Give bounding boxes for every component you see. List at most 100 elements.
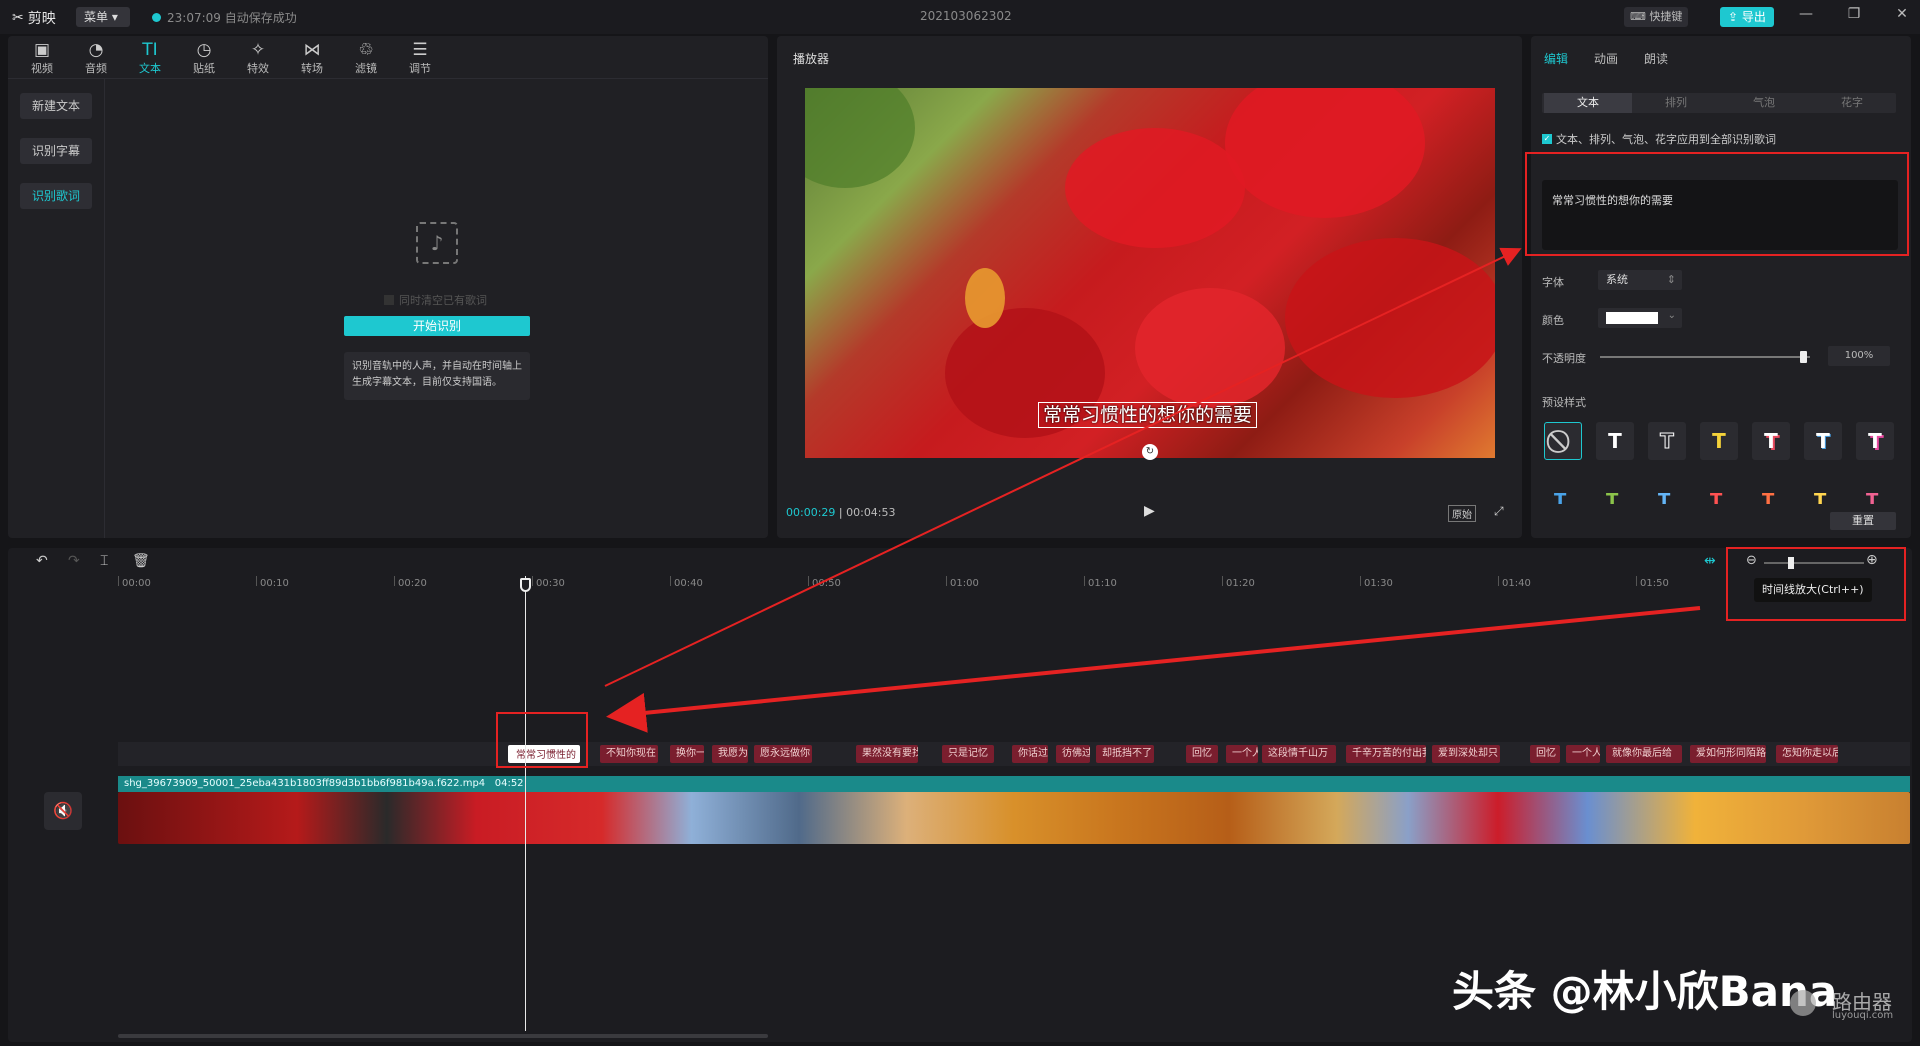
start-recognize-button[interactable]: 开始识别 (344, 316, 530, 336)
ruler-tick-label: 00:30 (536, 578, 565, 589)
lyric-clip[interactable]: 只是记忆 (942, 745, 994, 763)
lyric-clip[interactable]: 回忆 (1530, 745, 1560, 763)
export-button[interactable]: ⇪ 导出 (1720, 7, 1774, 27)
reset-button[interactable]: 重置 (1830, 512, 1896, 530)
timeline-scrollbar[interactable] (118, 1034, 768, 1038)
segment-fancy[interactable]: 花字 (1808, 93, 1896, 113)
playhead-handle[interactable] (520, 578, 531, 592)
opacity-input[interactable]: 100% (1828, 346, 1890, 366)
recognize-lyrics-button[interactable]: 识别歌词 (20, 183, 92, 209)
new-text-button[interactable]: 新建文本 (20, 93, 92, 119)
annotation-box-clip (496, 712, 588, 768)
lyric-clip[interactable]: 就像你最后给 (1606, 745, 1682, 763)
text-icon: TI (142, 40, 158, 60)
recognize-description: 识别音轨中的人声，并自动在时间轴上生成字幕文本，目前仅支持国语。 (344, 352, 530, 400)
ruler-tick-label: 01:40 (1502, 578, 1531, 589)
playhead[interactable] (525, 576, 526, 1031)
delete-icon[interactable]: 🗑 (132, 553, 150, 569)
font-select[interactable]: 系统 ⇕ (1598, 270, 1682, 290)
ruler-tick-mark (1084, 576, 1085, 586)
watermark: 头条 @林小欣Bana (1452, 967, 1838, 1016)
lyric-clip[interactable]: 千辛万苦的付出我 (1346, 745, 1426, 763)
lyric-clip[interactable]: 愿永远做你 (754, 745, 812, 763)
snap-icon[interactable]: ⇹ (1704, 553, 1716, 569)
check-icon: ✓ (1542, 134, 1552, 144)
toolbar-filter[interactable]: ♲ 滤镜 (346, 40, 386, 76)
router-site-logo-icon (1790, 990, 1816, 1016)
menu-button[interactable]: 菜单 ▾ (76, 7, 130, 27)
style-preset-red-shadow[interactable]: T (1752, 422, 1790, 460)
style-none-icon[interactable]: ⃠ (1544, 422, 1582, 460)
lyric-clip[interactable]: 怎知你走以后 (1776, 745, 1838, 763)
title-bar: ✂ 剪映 菜单 ▾ 23:07:09 自动保存成功 202103062302 ⌨ … (0, 0, 1920, 34)
media-panel (8, 36, 768, 538)
close-icon[interactable]: ✕ (1892, 6, 1912, 22)
video-clip-header[interactable]: shg_39673909_50001_25eba431b1803ff89d3b1… (118, 776, 1910, 792)
segment-arrange[interactable]: 排列 (1632, 93, 1720, 113)
segment-bubble[interactable]: 气泡 (1720, 93, 1808, 113)
opacity-slider[interactable] (1600, 351, 1810, 363)
ruler-tick-label: 00:50 (812, 578, 841, 589)
redo-icon[interactable]: ↷ (68, 553, 80, 569)
play-icon[interactable]: ▶ (1144, 503, 1155, 519)
lyric-clip[interactable]: 回忆 (1186, 745, 1218, 763)
filter-icon: ♲ (358, 40, 374, 60)
split-icon[interactable]: ⌶ (100, 553, 108, 569)
lyric-clip[interactable]: 一个人 (1566, 745, 1600, 763)
lyric-clip[interactable]: 不知你现在 (600, 745, 658, 763)
apply-all-checkbox[interactable]: ✓ 文本、排列、气泡、花字应用到全部识别歌词 (1542, 131, 1776, 147)
lyric-clip[interactable]: 一个人 (1226, 745, 1258, 763)
tab-read[interactable]: 朗读 (1644, 50, 1668, 67)
ruler-tick-label: 00:00 (122, 578, 151, 589)
lyric-clip[interactable]: 爱到深处却只 (1432, 745, 1500, 763)
lyric-clip[interactable]: 你话过 (1012, 745, 1048, 763)
rotate-icon[interactable]: ↻ (1142, 444, 1158, 460)
clear-lyrics-checkbox[interactable]: 同时清空已有歌词 (384, 292, 487, 308)
style-preset-blue-shadow[interactable]: T (1804, 422, 1842, 460)
project-name: 202103062302 (920, 9, 1012, 23)
fullscreen-icon[interactable]: ⤢ (1494, 504, 1504, 519)
style-preset-outline[interactable]: T (1648, 422, 1686, 460)
annotation-box-zoom (1726, 547, 1906, 621)
lyric-clip[interactable]: 这段情千山万 (1262, 745, 1336, 763)
subtitle-overlay[interactable]: 常常习惯性的想你的需要 (1038, 402, 1258, 428)
lyric-clip[interactable]: 果然没有要找 (856, 745, 918, 763)
tab-animation[interactable]: 动画 (1594, 50, 1618, 67)
recognize-subtitle-button[interactable]: 识别字幕 (20, 138, 92, 164)
ruler-tick-mark (946, 576, 947, 586)
shortcut-button[interactable]: ⌨ 快捷键 (1624, 7, 1689, 27)
checkbox-icon (384, 295, 394, 305)
ruler-tick-label: 01:10 (1088, 578, 1117, 589)
lyric-clip[interactable]: 我愿为 (712, 745, 748, 763)
opacity-slider-handle[interactable] (1800, 351, 1807, 363)
segment-text[interactable]: 文本 (1544, 93, 1632, 113)
mute-track-icon[interactable]: 🔇 (44, 792, 82, 830)
toolbar-audio[interactable]: ◔ 音频 (76, 40, 116, 76)
toolbar-video[interactable]: ▣ 视频 (22, 40, 62, 76)
maximize-icon[interactable]: ❐ (1844, 6, 1864, 22)
color-select[interactable]: ⌄ (1598, 308, 1682, 328)
minimize-icon[interactable]: — (1796, 6, 1816, 22)
toolbar-effects[interactable]: ✧ 特效 (238, 40, 278, 76)
ruler-tick-mark (118, 576, 119, 586)
lyric-clip[interactable]: 彷佛过 (1056, 745, 1090, 763)
video-thumbnails[interactable] (118, 792, 1910, 844)
chevron-down-icon: ⌄ (1667, 310, 1676, 321)
lyric-clip[interactable]: 爱如何形同陌路你 (1690, 745, 1766, 763)
lyric-clip[interactable]: 换你一 (670, 745, 704, 763)
time-display: 00:00:29 | 00:04:53 (786, 506, 896, 519)
toolbar-adjust[interactable]: ☰ 调节 (400, 40, 440, 76)
toolbar-text[interactable]: TI 文本 (130, 40, 170, 76)
saved-dot-icon (152, 13, 161, 22)
style-preset-pink-shadow[interactable]: T (1856, 422, 1894, 460)
undo-icon[interactable]: ↶ (36, 553, 48, 569)
toolbar-transition[interactable]: ⋈ 转场 (292, 40, 332, 76)
style-preset-white[interactable]: T (1596, 422, 1634, 460)
lyric-clip[interactable]: 却抵挡不了 (1096, 745, 1154, 763)
ratio-button[interactable]: 原始 (1448, 505, 1476, 522)
tab-edit[interactable]: 编辑 (1544, 50, 1568, 67)
toolbar-sticker[interactable]: ◷ 贴纸 (184, 40, 224, 76)
font-label: 字体 (1542, 276, 1564, 289)
style-preset-yellow[interactable]: T (1700, 422, 1738, 460)
audio-icon: ◔ (88, 40, 104, 60)
